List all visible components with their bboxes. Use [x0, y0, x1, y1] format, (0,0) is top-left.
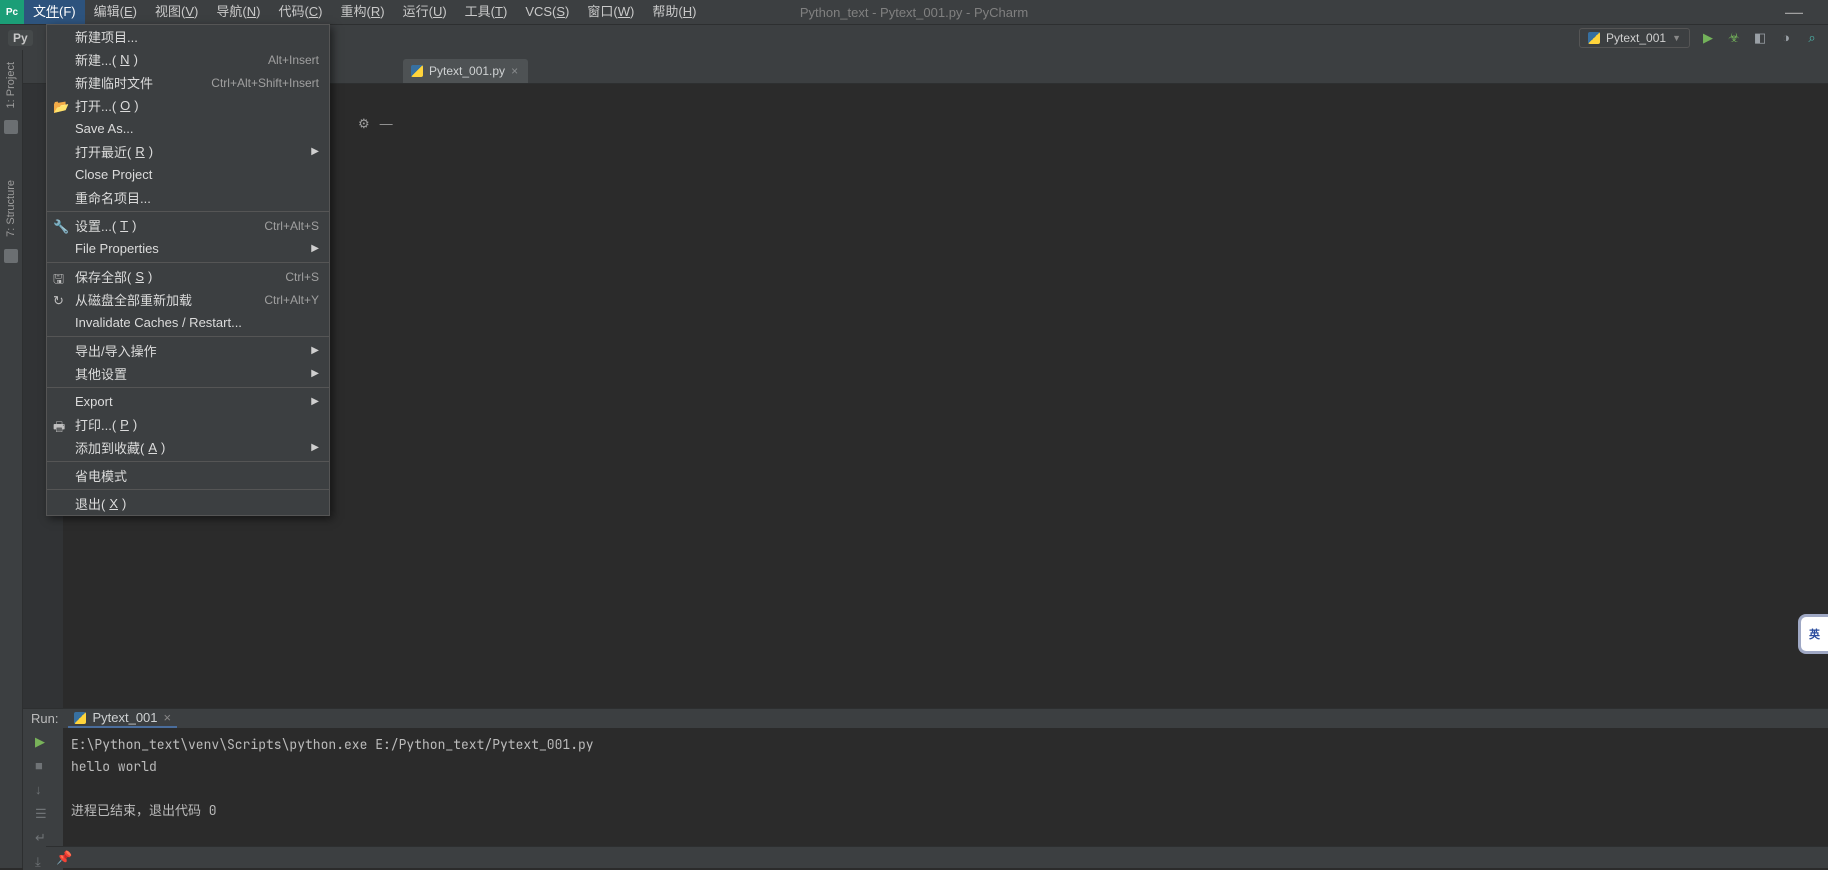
file-menu-dropdown: 新建项目...新建...(N)Alt+Insert新建临时文件Ctrl+Alt+…: [46, 24, 330, 516]
menu-item[interactable]: ↻从磁盘全部重新加载Ctrl+Alt+Y: [47, 288, 329, 311]
menu-item[interactable]: 📂打开...(O): [47, 94, 329, 117]
menu-separator: [47, 211, 329, 212]
collapse-icon[interactable]: —: [380, 116, 393, 132]
close-tab-icon[interactable]: ×: [511, 64, 518, 78]
menu-item[interactable]: 重命名项目...: [47, 186, 329, 209]
menu-编[interactable]: 编辑(E): [85, 0, 146, 24]
menu-item[interactable]: 打开最近(R)▶: [47, 140, 329, 163]
menu-item[interactable]: 省电模式: [47, 464, 329, 487]
menu-item[interactable]: 导出/导入操作▶: [47, 339, 329, 362]
close-icon[interactable]: ×: [164, 710, 172, 725]
file-tab-label: Pytext_001.py: [429, 64, 505, 78]
menu-窗[interactable]: 窗口(W): [578, 0, 643, 24]
shortcut: Ctrl+Alt+Shift+Insert: [211, 76, 319, 90]
project-settings-icons: ⚙ —: [358, 116, 393, 132]
menu-导[interactable]: 导航(N): [207, 0, 269, 24]
menu-separator: [47, 336, 329, 337]
submenu-arrow-icon: ▶: [311, 146, 319, 157]
menu-item[interactable]: Invalidate Caches / Restart...: [47, 311, 329, 334]
run-config-tab-label: Pytext_001: [92, 710, 157, 725]
submenu-arrow-icon: ▶: [311, 396, 319, 407]
menu-item[interactable]: 🔧设置...(T)Ctrl+Alt+S: [47, 214, 329, 237]
menu-item[interactable]: 新建...(N)Alt+Insert: [47, 48, 329, 71]
ime-indicator[interactable]: 英: [1798, 614, 1828, 654]
submenu-arrow-icon: ▶: [311, 243, 319, 254]
menu-运[interactable]: 运行(U): [394, 0, 456, 24]
menu-separator: [47, 489, 329, 490]
menu-item[interactable]: Save As...: [47, 117, 329, 140]
python-icon: [1588, 32, 1600, 44]
structure-strip-icon[interactable]: [4, 249, 18, 263]
menu-item[interactable]: 🖶打印...(P): [47, 413, 329, 436]
menu-item[interactable]: 其他设置▶: [47, 362, 329, 385]
run-configuration-select[interactable]: Pytext_001 ▼: [1579, 28, 1690, 48]
tool-window-project[interactable]: 1: Project: [5, 56, 17, 114]
coverage-icon[interactable]: ◧: [1752, 30, 1768, 46]
python-file-icon: [411, 65, 423, 77]
tool-window-structure[interactable]: 7: Structure: [5, 174, 17, 243]
menu-item[interactable]: 退出(X): [47, 492, 329, 515]
reload-icon: ↻: [53, 293, 67, 307]
run-icon[interactable]: ▶: [1700, 30, 1716, 46]
shortcut: Ctrl+S: [285, 270, 319, 284]
left-tool-strip: 1: Project 7: Structure: [0, 50, 23, 868]
bottom-strip: 📌: [46, 846, 1828, 868]
wrench-icon: 🔧: [53, 219, 67, 233]
soft-wrap-icon[interactable]: ↵: [35, 830, 51, 846]
shortcut: Ctrl+Alt+S: [264, 219, 319, 233]
folder-icon: 📂: [53, 99, 67, 113]
shortcut: Alt+Insert: [268, 53, 319, 67]
run-tool-window: Run: Pytext_001 × ▶ ■ ↓ ☰ ↵ ⤓ E:\Python_…: [23, 708, 1828, 868]
project-strip-icon[interactable]: [4, 120, 18, 134]
print-icon: 🖶: [53, 418, 67, 432]
menubar: Pc 文件(F)编辑(E)视图(V)导航(N)代码(C)重构(R)运行(U)工具…: [0, 0, 1828, 24]
shortcut: Ctrl+Alt+Y: [264, 293, 319, 307]
menu-item[interactable]: Export▶: [47, 390, 329, 413]
file-tab-pytext[interactable]: Pytext_001.py ×: [403, 59, 528, 83]
menu-separator: [47, 461, 329, 462]
menu-item[interactable]: 🖫保存全部(S)Ctrl+S: [47, 265, 329, 288]
menu-视[interactable]: 视图(V): [146, 0, 207, 24]
window-title: Python_text - Pytext_001.py - PyCharm: [800, 5, 1028, 20]
minimize-button[interactable]: —: [1785, 5, 1803, 19]
run-label: Run:: [31, 711, 58, 726]
pin-icon[interactable]: 📌: [56, 850, 72, 866]
menu-item[interactable]: Close Project: [47, 163, 329, 186]
menu-item[interactable]: 新建项目...: [47, 25, 329, 48]
save-icon: 🖫: [53, 270, 67, 284]
menu-工[interactable]: 工具(T): [456, 0, 517, 24]
menu-V[interactable]: VCS(S): [516, 0, 578, 24]
submenu-arrow-icon: ▶: [311, 368, 319, 379]
gear-icon[interactable]: ⚙: [358, 116, 370, 132]
submenu-arrow-icon: ▶: [311, 442, 319, 453]
menu-item[interactable]: 新建临时文件Ctrl+Alt+Shift+Insert: [47, 71, 329, 94]
menu-separator: [47, 262, 329, 263]
menu-帮[interactable]: 帮助(H): [643, 0, 705, 24]
run-configuration-name: Pytext_001: [1606, 31, 1666, 45]
python-icon: [74, 712, 86, 724]
menu-item[interactable]: 添加到收藏(A)▶: [47, 436, 329, 459]
chevron-down-icon: ▼: [1672, 33, 1681, 43]
layout-icon[interactable]: ☰: [35, 806, 51, 822]
menu-文[interactable]: 文件(F): [24, 0, 85, 24]
menu-separator: [47, 387, 329, 388]
profile-icon[interactable]: ◑: [1778, 30, 1794, 46]
menu-代[interactable]: 代码(C): [269, 0, 331, 24]
down-icon[interactable]: ↓: [35, 782, 51, 798]
run-config-tab[interactable]: Pytext_001 ×: [68, 709, 177, 728]
debug-icon[interactable]: ☣: [1726, 30, 1742, 46]
rerun-icon[interactable]: ▶: [35, 734, 51, 750]
submenu-arrow-icon: ▶: [311, 345, 319, 356]
menu-重[interactable]: 重构(R): [332, 0, 394, 24]
stop-icon[interactable]: ■: [35, 758, 51, 774]
menu-item[interactable]: File Properties▶: [47, 237, 329, 260]
pycharm-icon: Pc: [0, 0, 24, 24]
search-icon[interactable]: ⌕: [1804, 30, 1820, 46]
breadcrumb[interactable]: Py: [8, 30, 33, 46]
